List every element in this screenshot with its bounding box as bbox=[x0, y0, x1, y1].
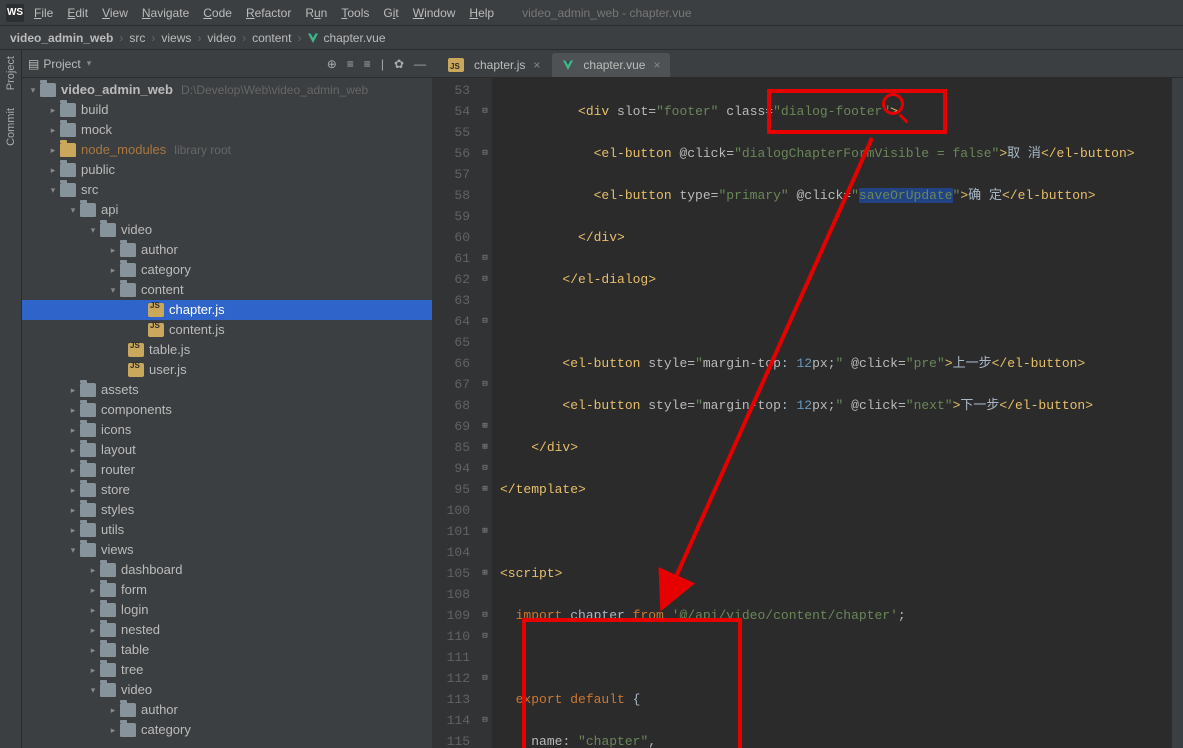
editor-area: JSchapter.js× chapter.vue× 5354555657585… bbox=[432, 50, 1183, 748]
tree-root[interactable]: video_admin_webD:\Develop\Web\video_admi… bbox=[22, 80, 432, 100]
vue-file-icon bbox=[307, 32, 319, 44]
menu-navigate[interactable]: Navigate bbox=[142, 6, 189, 20]
tree-folder-build[interactable]: build bbox=[22, 100, 432, 120]
editor-tab-bar: JSchapter.js× chapter.vue× bbox=[432, 50, 1183, 78]
project-view-icon: ▤ bbox=[28, 57, 39, 71]
tree-folder-styles[interactable]: styles bbox=[22, 500, 432, 520]
expand-all-icon[interactable]: ≡ bbox=[347, 57, 354, 71]
tree-folder-assets[interactable]: assets bbox=[22, 380, 432, 400]
menu-tools[interactable]: Tools bbox=[341, 6, 369, 20]
chevron-right-icon: › bbox=[297, 31, 301, 45]
chevron-right-icon: › bbox=[197, 31, 201, 45]
tree-folder-video[interactable]: video bbox=[22, 220, 432, 240]
title-bar: WS File Edit View Navigate Code Refactor… bbox=[0, 0, 1183, 26]
locate-icon[interactable]: ⊕ bbox=[327, 57, 337, 71]
chevron-right-icon: › bbox=[151, 31, 155, 45]
tree-folder-public[interactable]: public bbox=[22, 160, 432, 180]
js-file-icon: JS bbox=[148, 323, 164, 337]
js-file-icon: JS bbox=[148, 303, 164, 317]
menu-help[interactable]: Help bbox=[469, 6, 494, 20]
tree-folder-api[interactable]: api bbox=[22, 200, 432, 220]
crumb-views[interactable]: views bbox=[161, 31, 191, 45]
tree-folder-tree[interactable]: tree bbox=[22, 660, 432, 680]
line-number-gutter: 5354555657585960616263646566676869859495… bbox=[432, 78, 478, 748]
tree-folder-category[interactable]: category bbox=[22, 260, 432, 280]
hide-icon[interactable]: — bbox=[414, 57, 426, 71]
chevron-right-icon: › bbox=[242, 31, 246, 45]
vertical-scrollbar[interactable] bbox=[1172, 78, 1183, 748]
tree-folder-node-modules[interactable]: node_moduleslibrary root bbox=[22, 140, 432, 160]
menu-git[interactable]: Git bbox=[383, 6, 398, 20]
js-file-icon: JS bbox=[448, 58, 464, 72]
project-tree[interactable]: video_admin_webD:\Develop\Web\video_admi… bbox=[22, 78, 432, 748]
tree-folder-table[interactable]: table bbox=[22, 640, 432, 660]
menu-file[interactable]: File bbox=[34, 6, 53, 20]
tree-folder-utils[interactable]: utils bbox=[22, 520, 432, 540]
chevron-right-icon: › bbox=[119, 31, 123, 45]
crumb-src[interactable]: src bbox=[129, 31, 145, 45]
menu-refactor[interactable]: Refactor bbox=[246, 6, 291, 20]
chevron-down-icon[interactable]: ▾ bbox=[87, 58, 92, 69]
menu-run[interactable]: Run bbox=[305, 6, 327, 20]
tree-folder-components[interactable]: components bbox=[22, 400, 432, 420]
tree-folder-views-video[interactable]: video bbox=[22, 680, 432, 700]
fold-gutter[interactable]: ⊟⊟⊟⊟⊟⊟⊞⊞⊟⊞⊞⊞⊟⊟⊟⊟ bbox=[478, 78, 492, 748]
tree-file-chapter-js[interactable]: JSchapter.js bbox=[22, 300, 432, 320]
tree-folder-src[interactable]: src bbox=[22, 180, 432, 200]
menu-edit[interactable]: Edit bbox=[67, 6, 88, 20]
code-editor[interactable]: 5354555657585960616263646566676869859495… bbox=[432, 78, 1183, 748]
tool-commit-tab[interactable]: Commit bbox=[5, 108, 17, 146]
tree-folder-router[interactable]: router bbox=[22, 460, 432, 480]
collapse-all-icon[interactable]: ≡ bbox=[364, 57, 371, 71]
gear-icon[interactable]: ✿ bbox=[394, 57, 404, 71]
menu-view[interactable]: View bbox=[102, 6, 128, 20]
project-panel-header: ▤ Project ▾ ⊕ ≡ ≡ | ✿ — bbox=[22, 50, 432, 78]
tool-project-tab[interactable]: Project bbox=[5, 56, 17, 90]
js-file-icon: JS bbox=[128, 363, 144, 377]
tree-folder-store[interactable]: store bbox=[22, 480, 432, 500]
vue-file-icon bbox=[562, 59, 574, 71]
tree-folder-dashboard[interactable]: dashboard bbox=[22, 560, 432, 580]
crumb-file[interactable]: chapter.vue bbox=[307, 31, 385, 45]
project-panel-title[interactable]: Project bbox=[43, 57, 80, 71]
tree-folder-views-author[interactable]: author bbox=[22, 700, 432, 720]
menu-window[interactable]: Window bbox=[413, 6, 456, 20]
tree-folder-nested[interactable]: nested bbox=[22, 620, 432, 640]
tree-folder-views-category[interactable]: category bbox=[22, 720, 432, 740]
crumb-video[interactable]: video bbox=[207, 31, 236, 45]
tree-file-content-js[interactable]: JScontent.js bbox=[22, 320, 432, 340]
tree-folder-content[interactable]: content bbox=[22, 280, 432, 300]
tree-folder-layout[interactable]: layout bbox=[22, 440, 432, 460]
menu-code[interactable]: Code bbox=[203, 6, 232, 20]
tree-file-user-js[interactable]: JSuser.js bbox=[22, 360, 432, 380]
tree-folder-views[interactable]: views bbox=[22, 540, 432, 560]
tree-folder-login[interactable]: login bbox=[22, 600, 432, 620]
tree-folder-mock[interactable]: mock bbox=[22, 120, 432, 140]
window-title: video_admin_web - chapter.vue bbox=[522, 6, 691, 20]
tree-folder-icons[interactable]: icons bbox=[22, 420, 432, 440]
tree-folder-author[interactable]: author bbox=[22, 240, 432, 260]
crumb-content[interactable]: content bbox=[252, 31, 291, 45]
project-panel: ▤ Project ▾ ⊕ ≡ ≡ | ✿ — video_admin_webD… bbox=[22, 50, 432, 748]
tab-chapter-vue[interactable]: chapter.vue× bbox=[552, 53, 670, 77]
annotation-magnifier-icon bbox=[882, 93, 904, 115]
tab-chapter-js[interactable]: JSchapter.js× bbox=[438, 53, 550, 77]
close-icon[interactable]: × bbox=[653, 58, 660, 72]
tool-window-bar: Project Commit bbox=[0, 50, 22, 748]
breadcrumb: video_admin_web › src › views › video › … bbox=[0, 26, 1183, 50]
close-icon[interactable]: × bbox=[533, 58, 540, 72]
ide-logo-icon: WS bbox=[6, 4, 24, 22]
crumb-root[interactable]: video_admin_web bbox=[10, 31, 113, 45]
code-content[interactable]: <div slot="footer" class="dialog-footer"… bbox=[492, 78, 1183, 748]
js-file-icon: JS bbox=[128, 343, 144, 357]
tree-folder-form[interactable]: form bbox=[22, 580, 432, 600]
tree-file-table-js[interactable]: JStable.js bbox=[22, 340, 432, 360]
divider-icon: | bbox=[381, 57, 384, 71]
